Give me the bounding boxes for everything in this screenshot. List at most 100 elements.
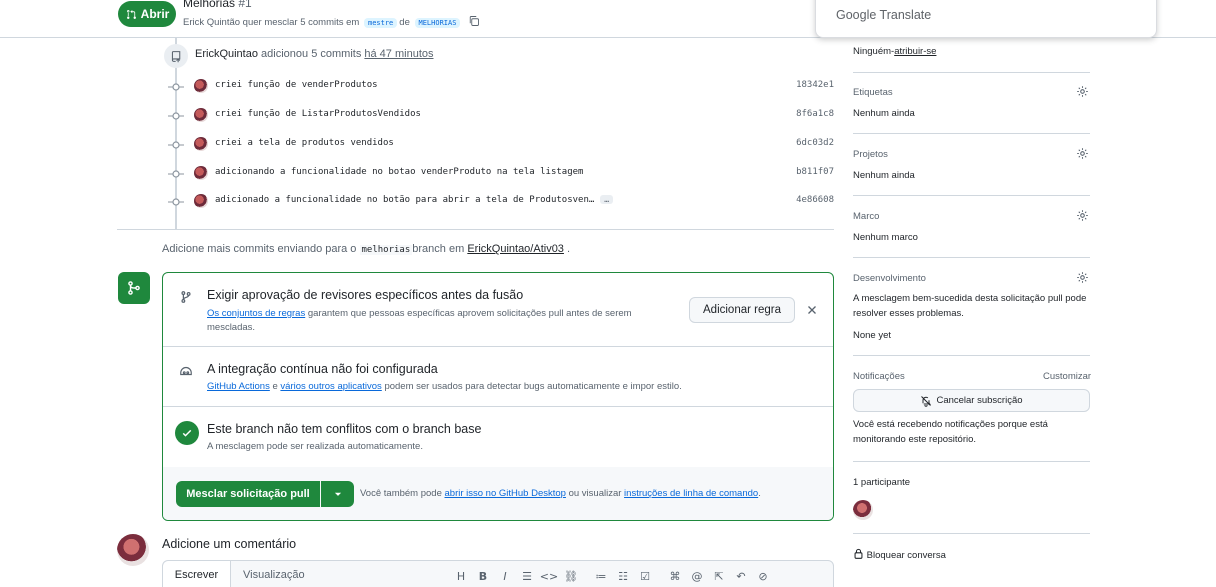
- ci-and: e: [272, 381, 278, 392]
- commit-sha[interactable]: b811f07: [796, 167, 834, 177]
- undo-icon[interactable]: ↶: [730, 568, 752, 584]
- commit-row[interactable]: criei a tela de produtos vendidos 6dc03d…: [168, 136, 836, 156]
- merge-alternatives: Você também pode abrir isso no GitHub De…: [360, 488, 761, 499]
- task-list-icon[interactable]: ☑: [634, 568, 656, 584]
- branch-icon: [176, 287, 196, 307]
- tab-write[interactable]: Escrever: [163, 561, 231, 587]
- author-link[interactable]: Erick Quintão: [183, 17, 240, 28]
- slash-command-icon[interactable]: ⊘: [752, 568, 774, 584]
- participants-title: 1 participante: [853, 477, 911, 488]
- tab-preview[interactable]: Visualização: [243, 569, 305, 581]
- copy-icon[interactable]: [468, 15, 480, 27]
- add-more-prefix: Adicione mais commits enviando para o: [162, 243, 357, 255]
- ci-desc: GitHub Actions e vários outros aplicativ…: [207, 380, 807, 394]
- notifications-title: Notificações: [853, 371, 905, 382]
- development-desc: A mesclagem bem-sucedida desta solicitaç…: [853, 293, 1087, 319]
- development-title[interactable]: Desenvolvimento: [853, 273, 926, 284]
- merge-pull-request-button[interactable]: Mesclar solicitação pull: [176, 481, 320, 507]
- base-branch[interactable]: mestre: [363, 18, 398, 28]
- merge-text-2: de: [399, 17, 410, 28]
- notifications-desc: Você está recebendo notificações porque …: [853, 419, 1048, 445]
- commit-sha[interactable]: 8f6a1c8: [796, 109, 834, 119]
- attach-icon[interactable]: ⌘: [664, 568, 686, 584]
- status-badge-open: Abrir: [118, 1, 176, 27]
- github-actions-link[interactable]: GitHub Actions: [207, 381, 270, 392]
- avatar[interactable]: [194, 108, 208, 122]
- commit-row[interactable]: adicionando a funcionalidade no botao ve…: [168, 165, 836, 185]
- commit-dot-icon: [168, 141, 184, 149]
- labels-title[interactable]: Etiquetas: [853, 87, 893, 98]
- commit-row[interactable]: adicionado a funcionalidade no botão par…: [168, 193, 836, 213]
- italic-icon[interactable]: I: [494, 568, 516, 584]
- commit-row[interactable]: criei função de venderProdutos 18342e1: [168, 78, 836, 98]
- timeline-divider: [117, 229, 834, 230]
- push-event: ErickQuintao adicionou 5 commits há 47 m…: [195, 48, 434, 60]
- assign-yourself-link[interactable]: atribuir-se: [894, 46, 936, 57]
- expand-commit-button[interactable]: …: [600, 195, 614, 204]
- commit-message[interactable]: criei função de ListarProdutosVendidos: [215, 109, 421, 119]
- conflicts-title: Este branch não tem conflitos com o bran…: [207, 422, 482, 436]
- avatar[interactable]: [194, 194, 208, 208]
- status-label: Abrir: [140, 7, 170, 21]
- repo-link[interactable]: ErickQuintao/Ativ03: [467, 243, 564, 255]
- gear-icon[interactable]: [1076, 147, 1089, 160]
- commit-sha[interactable]: 6dc03d2: [796, 138, 834, 148]
- sidebar-divider: [853, 195, 1090, 196]
- pr-number: #1: [238, 0, 252, 10]
- merge-footer: Mesclar solicitação pull Você também pod…: [163, 467, 833, 520]
- commit-sha[interactable]: 4e86608: [796, 195, 834, 205]
- end-text: .: [758, 488, 761, 499]
- bulleted-list-icon[interactable]: ☷: [612, 568, 634, 584]
- avatar[interactable]: [194, 166, 208, 180]
- push-time[interactable]: há 47 minutos: [364, 48, 433, 60]
- github-desktop-link[interactable]: abrir isso no GitHub Desktop: [445, 488, 566, 499]
- bold-icon[interactable]: B: [472, 568, 494, 584]
- gear-icon[interactable]: [1076, 271, 1089, 284]
- commit-message[interactable]: criei a tela de produtos vendidos: [215, 138, 394, 148]
- sidebar-divider: [853, 257, 1090, 258]
- other-apps-link[interactable]: vários outros aplicativos: [280, 381, 381, 392]
- numbered-list-icon[interactable]: ≔: [590, 568, 612, 584]
- rules-section: Exigir aprovação de revisores específico…: [163, 273, 833, 347]
- rulesets-link[interactable]: Os conjuntos de regras: [207, 308, 305, 319]
- lock-conversation[interactable]: Bloquear conversa: [853, 548, 946, 561]
- commit-message[interactable]: adicionado a funcionalidade no botão par…: [215, 195, 614, 205]
- commit-message[interactable]: adicionando a funcionalidade no botao ve…: [215, 167, 583, 177]
- head-branch[interactable]: MELHORIAS: [414, 18, 461, 28]
- gear-icon[interactable]: [1076, 85, 1089, 98]
- projects-title[interactable]: Projetos: [853, 149, 888, 160]
- commit-row[interactable]: criei função de ListarProdutosVendidos 8…: [168, 107, 836, 127]
- avatar[interactable]: [853, 500, 873, 520]
- unsubscribe-button[interactable]: Cancelar subscrição: [853, 389, 1090, 412]
- repo-push-icon: [164, 44, 188, 68]
- google-translate-popup: Google Translate: [815, 0, 1157, 38]
- heading-icon[interactable]: H: [450, 568, 472, 584]
- sidebar-divider: [853, 533, 1090, 534]
- commit-message[interactable]: criei função de venderProdutos: [215, 80, 378, 90]
- avatar[interactable]: [117, 534, 149, 566]
- avatar[interactable]: [194, 79, 208, 93]
- customize-link[interactable]: Customizar: [1043, 371, 1091, 382]
- quote-icon[interactable]: ☰: [516, 568, 538, 584]
- gear-icon[interactable]: [1076, 209, 1089, 222]
- add-rule-button[interactable]: Adicionar regra: [689, 297, 795, 323]
- reference-icon[interactable]: ⇱: [708, 568, 730, 584]
- ci-icon: [176, 361, 196, 381]
- pusher-link[interactable]: ErickQuintao: [195, 48, 258, 60]
- commit-dot-icon: [168, 170, 184, 178]
- pull-request-icon: [126, 9, 136, 19]
- code-icon[interactable]: <>: [538, 568, 560, 584]
- avatar[interactable]: [194, 137, 208, 151]
- close-icon[interactable]: [805, 303, 819, 317]
- rules-desc: Os conjuntos de regras garantem que pess…: [207, 307, 677, 334]
- pr-title-text: Melhorias: [183, 0, 236, 10]
- commit-message-text[interactable]: adicionado a funcionalidade no botão par…: [215, 195, 594, 205]
- commit-sha[interactable]: 18342e1: [796, 80, 834, 90]
- pr-title: Melhorias #1: [183, 0, 252, 10]
- command-line-link[interactable]: instruções de linha de comando: [624, 488, 758, 499]
- link-icon[interactable]: ⛓: [560, 568, 582, 584]
- merge-options-dropdown[interactable]: [321, 481, 354, 507]
- mention-icon[interactable]: @: [686, 568, 708, 584]
- milestone-title[interactable]: Marco: [853, 211, 879, 222]
- merge-box: Exigir aprovação de revisores específico…: [162, 272, 834, 521]
